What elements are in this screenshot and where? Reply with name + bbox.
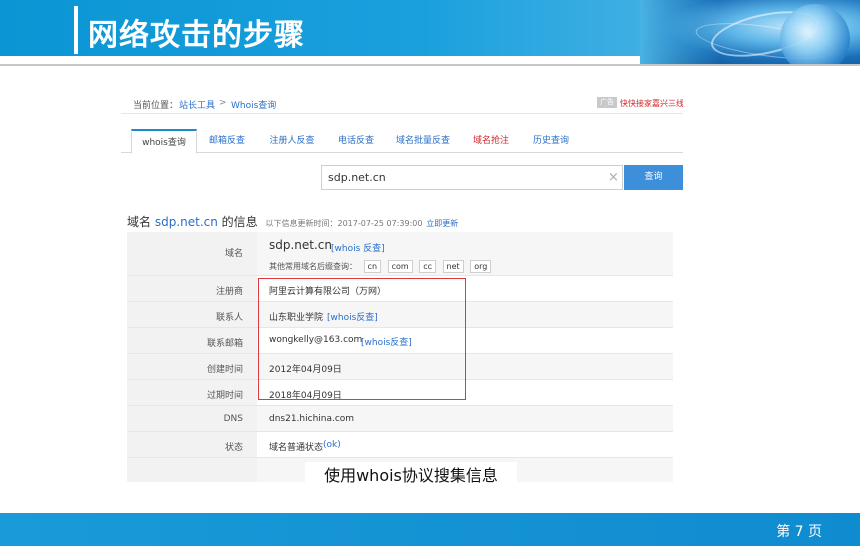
tab-whois-query[interactable]: whois查询 xyxy=(131,129,197,154)
row-label: 状态 xyxy=(224,443,243,453)
info-heading: 域名 sdp.net.cn 的信息 以下信息更新时间：2017-07-25 07… xyxy=(127,213,458,230)
breadcrumb: 当前位置： 站长工具 > Whois查询 广告 快快接家嘉兴三线 xyxy=(121,92,683,114)
slide-caption: 使用whois协议搜集信息 xyxy=(305,462,517,490)
breadcrumb-label: 当前位置： xyxy=(133,101,179,111)
slide-title: 网络攻击的步骤 xyxy=(88,18,305,53)
tab-registrant-reverse[interactable]: 注册人反查 xyxy=(261,129,323,153)
suffix-chip-cc[interactable]: cc xyxy=(419,260,436,273)
header-divider xyxy=(0,64,860,66)
header-accent xyxy=(74,6,78,54)
slide-header: 网络攻击的步骤 xyxy=(0,0,860,66)
domain-value: sdp.net.cn xyxy=(269,238,333,252)
tab-email-reverse[interactable]: 邮箱反查 xyxy=(201,129,253,153)
info-domain: sdp.net.cn xyxy=(154,215,218,229)
breadcrumb-item-whois[interactable]: Whois查询 xyxy=(231,98,276,111)
suffix-chip-org[interactable]: org xyxy=(470,260,492,273)
update-now-link[interactable]: 立即更新 xyxy=(426,219,458,228)
search-field: × xyxy=(321,165,623,190)
footer-bar: 第 7 页 xyxy=(0,513,860,546)
suffix-label: 其他常用域名后缀查询： xyxy=(269,262,357,271)
row-label: 注册商 xyxy=(215,287,243,297)
row-label: 联系邮箱 xyxy=(206,339,243,349)
whois-reverse-link[interactable]: [whois 反查] xyxy=(331,241,385,254)
suffix-chip-cn[interactable]: cn xyxy=(363,260,382,273)
breadcrumb-separator: > xyxy=(219,98,227,108)
info-prefix: 域名 xyxy=(127,215,155,229)
tab-batch-reverse[interactable]: 域名批量反查 xyxy=(391,129,455,153)
row-label: 过期时间 xyxy=(206,391,243,401)
table-row-dns: DNS dns21.hichina.com xyxy=(127,406,673,432)
whois-screenshot: 当前位置： 站长工具 > Whois查询 广告 快快接家嘉兴三线 whois查询… xyxy=(121,92,683,482)
tab-domain-snatch[interactable]: 域名抢注 xyxy=(465,129,517,153)
page-number: 第 7 页 xyxy=(776,524,822,540)
update-note: 以下信息更新时间：2017-07-25 07:39:00 xyxy=(265,219,423,228)
suffix-chip-com[interactable]: com xyxy=(387,260,413,273)
row-label: DNS xyxy=(223,414,243,424)
row-label: 域名 xyxy=(224,249,243,259)
promo-link[interactable]: 快快接家嘉兴三线 xyxy=(620,98,683,109)
search-input[interactable] xyxy=(328,171,578,184)
info-suffix: 的信息 xyxy=(217,215,258,229)
suffix-query: 其他常用域名后缀查询： cn com cc net org xyxy=(269,260,492,273)
header-decoration-image xyxy=(640,0,860,66)
row-label: 创建时间 xyxy=(206,365,243,375)
status-value: 域名普通状态 xyxy=(269,443,324,453)
row-label: 联系人 xyxy=(215,313,243,323)
breadcrumb-item-site-tools[interactable]: 站长工具 xyxy=(179,98,215,111)
highlight-box xyxy=(258,278,466,400)
search-button[interactable]: 查询 xyxy=(624,165,683,190)
status-link[interactable]: (ok) xyxy=(323,440,341,450)
tab-history-query[interactable]: 历史查询 xyxy=(525,129,577,153)
tab-bar: whois查询 邮箱反查 注册人反查 电话反查 域名批量反查 域名抢注 历史查询 xyxy=(121,129,683,154)
tab-phone-reverse[interactable]: 电话反查 xyxy=(329,129,383,153)
globe-icon xyxy=(780,4,850,66)
table-row-status: 状态 域名普通状态 (ok) xyxy=(127,432,673,458)
dns-value: dns21.hichina.com xyxy=(269,414,355,424)
table-row-domain: 域名 sdp.net.cn [whois 反查] 其他常用域名后缀查询： cn … xyxy=(127,232,673,276)
suffix-chip-net[interactable]: net xyxy=(442,260,464,273)
clear-icon[interactable]: × xyxy=(608,170,619,185)
ad-badge: 广告 xyxy=(597,97,617,108)
